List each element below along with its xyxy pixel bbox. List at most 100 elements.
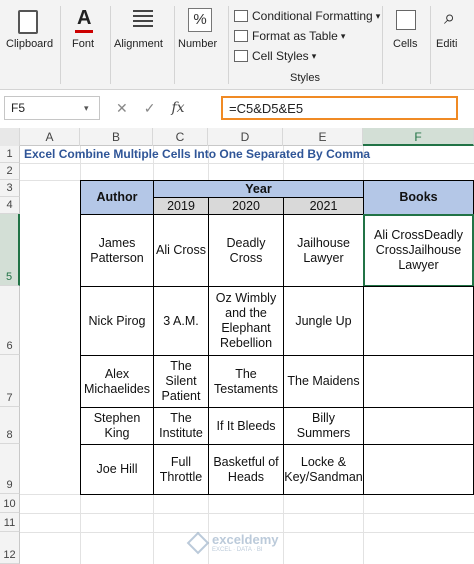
book-cell[interactable]: Oz Wimbly and the Elephant Rebellion bbox=[208, 286, 284, 356]
column-header-bar: A B C D E F bbox=[0, 128, 474, 146]
format-as-table-button[interactable]: Format as Table ▾ bbox=[234, 27, 345, 45]
column-header[interactable]: A bbox=[20, 128, 80, 146]
editing-label: Editi bbox=[436, 38, 458, 50]
combined-books-cell[interactable] bbox=[363, 444, 474, 495]
book-cell[interactable]: The Testaments bbox=[208, 355, 284, 408]
book-cell[interactable]: Billy Summers bbox=[283, 407, 364, 445]
books-header[interactable]: Books bbox=[363, 180, 474, 215]
book-cell[interactable]: The Institute bbox=[153, 407, 209, 445]
chevron-down-icon: ▾ bbox=[375, 10, 381, 21]
book-cell[interactable]: If It Bleeds bbox=[208, 407, 284, 445]
book-cell[interactable]: The Maidens bbox=[283, 355, 364, 408]
row-header[interactable]: 7 bbox=[0, 355, 20, 407]
watermark-tagline: EXCEL · DATA · BI bbox=[212, 547, 263, 553]
ribbon: Clipboard A Font Alignment % Number Cond… bbox=[0, 0, 474, 90]
alignment-icon bbox=[133, 10, 153, 30]
ribbon-divider bbox=[382, 6, 383, 84]
author-header[interactable]: Author bbox=[80, 180, 154, 215]
alignment-label: Alignment bbox=[114, 38, 163, 50]
gridline bbox=[20, 163, 474, 164]
ribbon-divider bbox=[110, 6, 111, 84]
formula-input[interactable]: =C5&D5&E5 bbox=[221, 96, 458, 120]
cells-group[interactable]: Cells bbox=[384, 0, 428, 90]
conditional-formatting-button[interactable]: Conditional Formatting ▾ bbox=[234, 7, 380, 25]
editing-group[interactable]: ⌕ Editi bbox=[432, 0, 474, 90]
formula-buttons: ✕ ✓ fx bbox=[104, 96, 216, 120]
book-cell[interactable]: Locke & Key/Sandman bbox=[283, 444, 364, 495]
combined-books-cell[interactable] bbox=[363, 355, 474, 408]
author-cell[interactable]: James Patterson bbox=[80, 214, 154, 287]
ribbon-divider bbox=[60, 6, 61, 84]
row-header[interactable]: 6 bbox=[0, 286, 20, 355]
column-header[interactable]: B bbox=[80, 128, 153, 146]
row-header[interactable]: 4 bbox=[0, 197, 20, 214]
clipboard-label: Clipboard bbox=[6, 38, 54, 50]
book-cell[interactable]: Deadly Cross bbox=[208, 214, 284, 287]
alignment-group[interactable]: Alignment bbox=[112, 0, 172, 90]
sheet-title[interactable]: Excel Combine Multiple Cells Into One Se… bbox=[24, 147, 370, 161]
author-cell[interactable]: Alex Michaelides bbox=[80, 355, 154, 408]
magnifier-icon: ⌕ bbox=[444, 7, 456, 29]
book-cell[interactable]: The Silent Patient bbox=[153, 355, 209, 408]
number-group[interactable]: % Number bbox=[176, 0, 226, 90]
book-cell[interactable]: Basketful of Heads bbox=[208, 444, 284, 495]
row-header[interactable]: 9 bbox=[0, 444, 20, 494]
book-cell[interactable]: Ali Cross bbox=[153, 214, 209, 287]
book-cell[interactable]: Full Throttle bbox=[153, 444, 209, 495]
gridline bbox=[20, 513, 474, 514]
year-cell[interactable]: 2019 bbox=[153, 197, 209, 215]
row-header[interactable]: 3 bbox=[0, 180, 20, 197]
chevron-down-icon: ▾ bbox=[311, 50, 317, 61]
combined-books-cell[interactable]: Ali CrossDeadly CrossJailhouse Lawyer bbox=[363, 214, 474, 287]
column-header[interactable]: F bbox=[363, 128, 474, 146]
cells-icon bbox=[396, 10, 416, 30]
cells-label: Cells bbox=[393, 38, 418, 50]
cell-styles-icon bbox=[234, 50, 248, 62]
conditional-formatting-icon bbox=[234, 10, 248, 22]
format-table-icon bbox=[234, 30, 248, 42]
enter-icon[interactable]: ✓ bbox=[144, 100, 156, 117]
book-cell[interactable]: Jungle Up bbox=[283, 286, 364, 356]
row-header[interactable]: 5 bbox=[0, 214, 20, 286]
row-header[interactable]: 8 bbox=[0, 407, 20, 444]
cell-styles-button[interactable]: Cell Styles ▾ bbox=[234, 47, 316, 65]
author-cell[interactable]: Joe Hill bbox=[80, 444, 154, 495]
select-all-corner[interactable] bbox=[0, 128, 20, 146]
row-header[interactable]: 2 bbox=[0, 163, 20, 180]
number-label: Number bbox=[178, 38, 218, 50]
ribbon-divider bbox=[174, 6, 175, 84]
row-header[interactable]: 11 bbox=[0, 513, 20, 532]
percent-icon: % bbox=[188, 8, 212, 32]
author-cell[interactable]: Nick Pirog bbox=[80, 286, 154, 356]
ribbon-divider bbox=[228, 6, 229, 84]
column-header[interactable]: D bbox=[208, 128, 283, 146]
font-icon: A bbox=[77, 7, 92, 29]
year-header[interactable]: Year bbox=[153, 180, 364, 198]
insert-function-icon[interactable]: fx bbox=[171, 100, 184, 116]
book-cell[interactable]: Jailhouse Lawyer bbox=[283, 214, 364, 287]
column-header[interactable]: C bbox=[153, 128, 208, 146]
watermark: exceldemy EXCEL · DATA · BI bbox=[186, 531, 310, 556]
year-cell[interactable]: 2020 bbox=[208, 197, 284, 215]
year-cell[interactable]: 2021 bbox=[283, 197, 364, 215]
ribbon-divider bbox=[430, 6, 431, 84]
styles-label: Styles bbox=[290, 72, 320, 84]
combined-books-cell[interactable] bbox=[363, 407, 474, 445]
book-cell[interactable]: 3 A.M. bbox=[153, 286, 209, 356]
exceldemy-logo-icon bbox=[186, 531, 210, 555]
combined-books-cell[interactable] bbox=[363, 286, 474, 356]
chevron-down-icon: ▾ bbox=[340, 30, 346, 41]
clipboard-group[interactable]: Clipboard bbox=[0, 0, 58, 90]
styles-group: Conditional Formatting ▾ Format as Table… bbox=[234, 0, 384, 90]
font-group[interactable]: A Font bbox=[62, 0, 108, 90]
row-header[interactable]: 10 bbox=[0, 494, 20, 513]
column-header[interactable]: E bbox=[283, 128, 363, 146]
watermark-brand: exceldemy bbox=[212, 532, 279, 547]
clipboard-icon bbox=[18, 10, 38, 34]
author-cell[interactable]: Stephen King bbox=[80, 407, 154, 445]
cancel-icon[interactable]: ✕ bbox=[116, 100, 128, 117]
font-color-bar bbox=[75, 30, 93, 33]
row-header[interactable]: 1 bbox=[0, 146, 20, 163]
chevron-down-icon[interactable]: ▾ bbox=[84, 103, 89, 114]
row-header[interactable]: 12 bbox=[0, 532, 20, 564]
